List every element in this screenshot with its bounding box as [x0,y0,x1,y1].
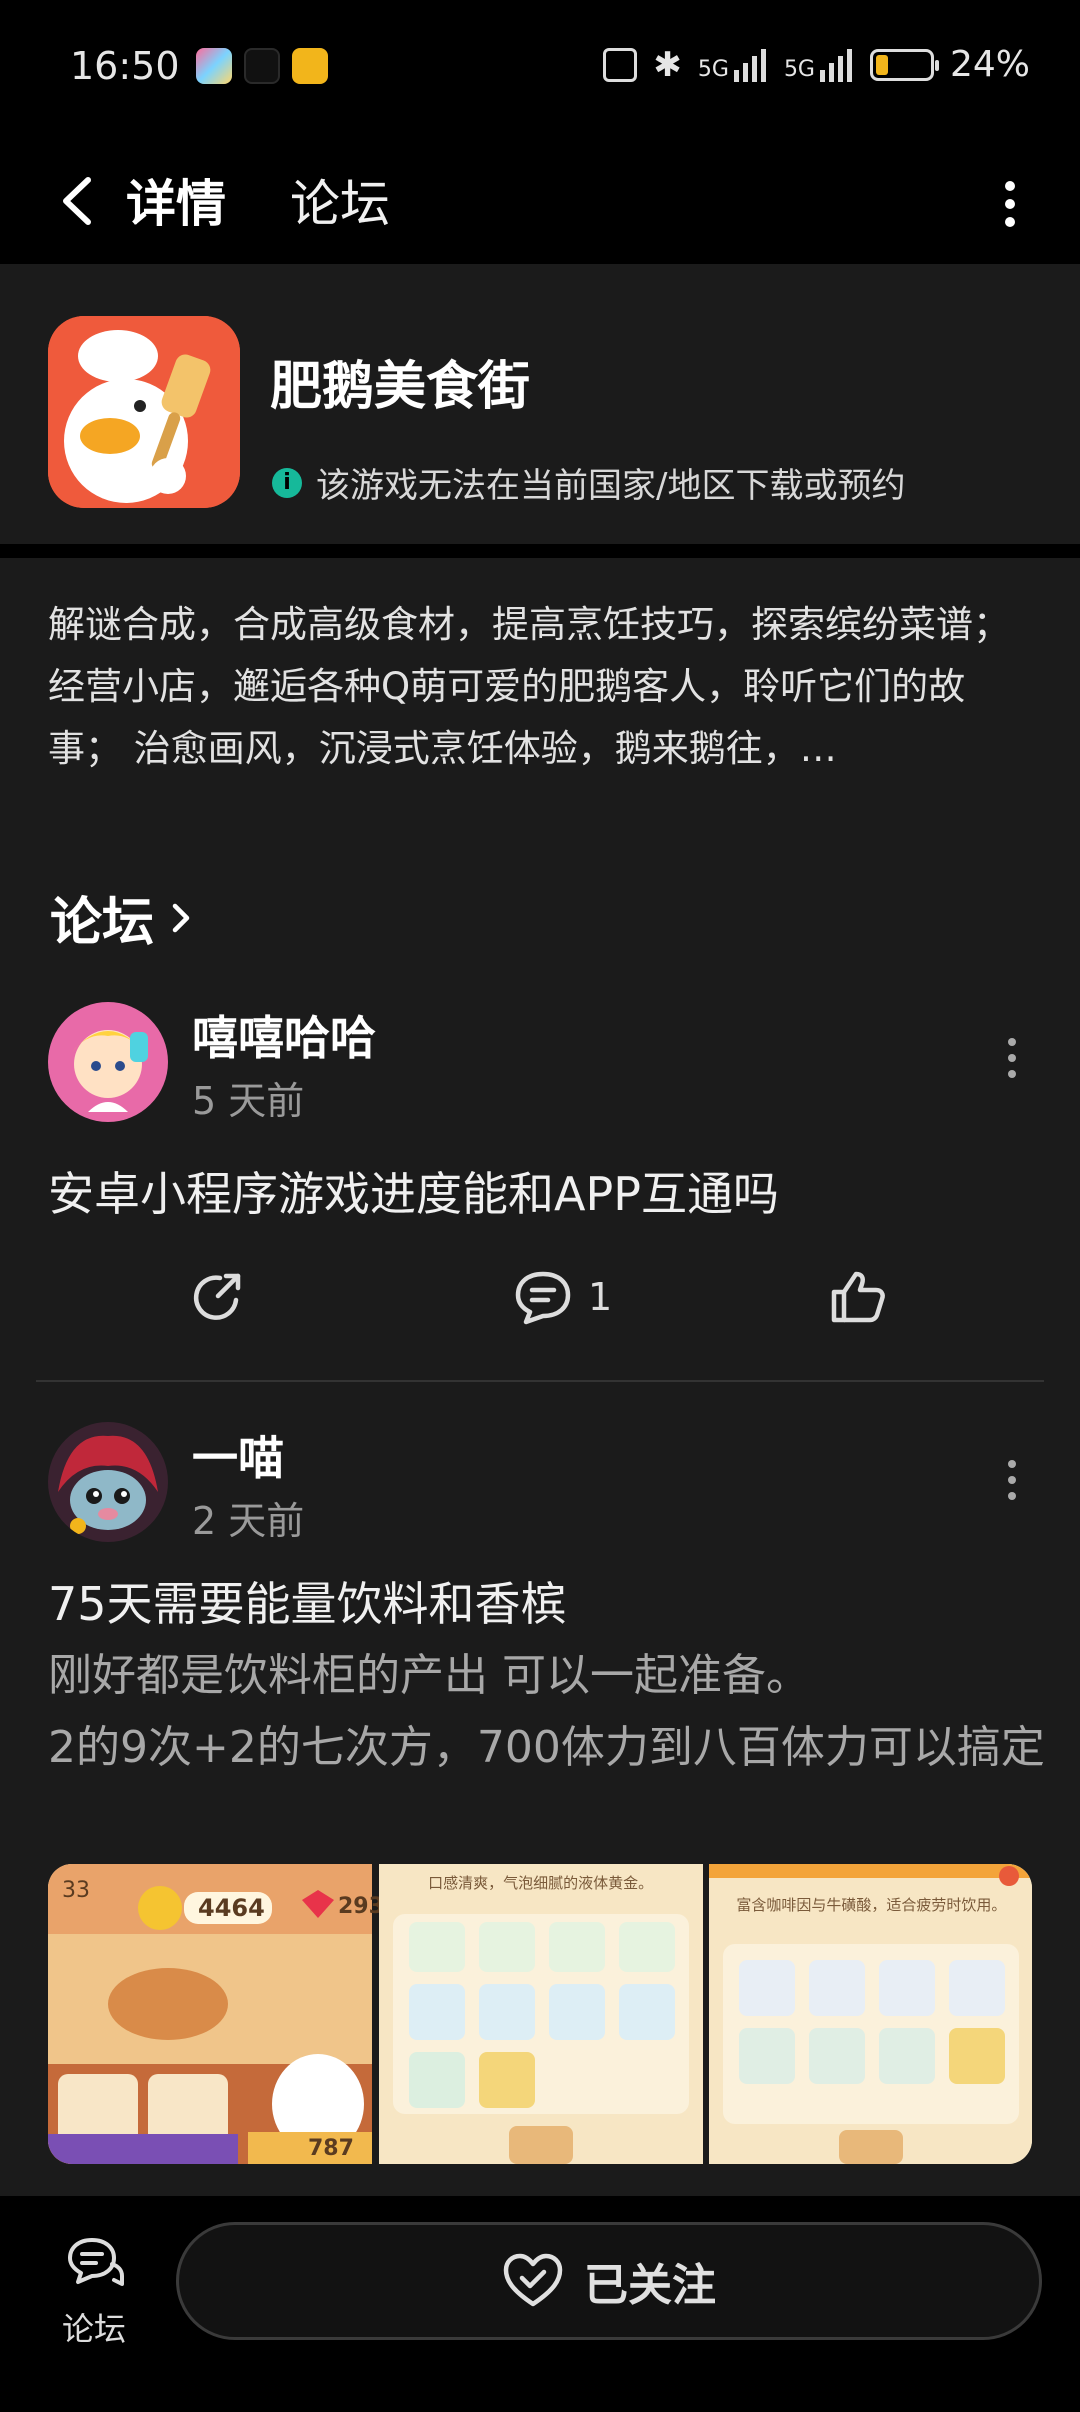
back-arrow-icon[interactable] [50,166,110,236]
post-title[interactable]: 安卓小程序游戏进度能和APP互通吗 [48,1158,779,1224]
post-time: 5 天前 [192,1079,305,1123]
content-area: 解谜合成，合成高级食材，提高烹饪技巧，探索缤纷菜谱； 经营小店，邂逅各种Q萌可爱… [0,558,1080,2214]
comment-button[interactable]: 1 [512,1268,612,1326]
forum-post[interactable]: 一喵 2 天前 75天需要能量饮料和香槟 刚好都是饮料柜的产出 可以一起准备。 … [0,1418,1080,2218]
post-more-icon[interactable] [1002,1450,1022,1510]
section-divider [0,544,1080,558]
forum-icon [68,2238,124,2286]
follow-button[interactable]: 已关注 [176,2222,1042,2340]
availability-text: 该游戏无法在当前国家/地区下载或预约 [316,466,906,506]
post-author[interactable]: 一喵 [192,1422,284,1488]
status-time: 16:50 [70,44,180,88]
follow-label: 已关注 [584,2260,716,2311]
post-actions: 1 [0,1268,1080,1348]
status-right: ✱ 5G 5G 24% [603,44,1030,85]
bottom-bar: 论坛 已关注 [0,2196,1080,2412]
like-button[interactable] [828,1268,888,1326]
post-more-icon[interactable] [1002,1028,1022,1088]
comment-icon [515,1271,571,1325]
thumb-gems: 293 [338,1894,384,1919]
post-image[interactable]: 33 4464 293 787 [48,1864,384,2164]
game-description[interactable]: 解谜合成，合成高级食材，提高烹饪技巧，探索缤纷菜谱； 经营小店，邂逅各种Q萌可爱… [48,594,1038,780]
signal-icon-1: 5G [698,48,768,82]
more-options-icon[interactable] [990,174,1030,234]
thumbs-up-icon [831,1271,885,1323]
thumb-coins: 4464 [198,1894,265,1922]
thumb-bottom-stat: 787 [308,2136,354,2161]
info-icon: i [272,467,302,498]
photos-app-icon [196,48,232,84]
post-author[interactable]: 嘻嘻哈哈 [192,1002,376,1068]
thumb-stat: 33 [62,1878,90,1903]
post-title[interactable]: 75天需要能量饮料和香槟 [48,1568,567,1634]
post-body-line: 2的9次+2的七次方，700体力到八百体力可以搞定 [48,1722,1045,1773]
post-body[interactable]: 刚好都是饮料柜的产出 可以一起准备。 2的9次+2的七次方，700体力到八百体力… [48,1640,1048,1784]
avatar[interactable] [48,1422,168,1542]
top-nav: 详情 论坛 [0,140,1080,264]
tab-details[interactable]: 详情 [124,164,236,236]
forum-header-label: 论坛 [50,893,155,953]
game-header: 肥鹅美食街 i 该游戏无法在当前国家/地区下载或预约 [0,264,1080,544]
post-divider [36,1380,1044,1382]
signal-icon-2: 5G [784,48,854,82]
nfc-icon [603,47,638,82]
share-icon [193,1273,241,1320]
status-bar: 16:50 ✱ 5G 5G 24% [0,0,1080,140]
bottom-forum-label: 论坛 [61,2310,126,2348]
battery-percent: 24% [949,44,1030,85]
tiktok-app-icon [244,48,280,84]
post-image[interactable]: 口感清爽，气泡细腻的液体黄金。 [378,1864,703,2164]
comment-count: 1 [588,1275,613,1319]
forum-post[interactable]: 嘻嘻哈哈 5 天前 安卓小程序游戏进度能和APP互通吗 1 [0,998,1080,1438]
chevron-right-icon [172,903,190,932]
game-app-icon [292,48,328,84]
game-icon [48,316,240,508]
game-title: 肥鹅美食街 [270,357,531,417]
post-time: 2 天前 [192,1499,305,1543]
notification-icons [196,48,328,84]
heart-check-icon [503,2253,563,2307]
post-image-gallery[interactable]: 33 4464 293 787 口感清爽，气泡细腻的液体黄金。 富含咖啡因与牛磺… [48,1864,1032,2164]
thumb-caption: 口感清爽，气泡细腻的液体黄金。 [428,1874,654,1892]
bluetooth-icon: ✱ [653,44,682,85]
availability-notice: i 该游戏无法在当前国家/地区下载或预约 [272,458,905,507]
avatar[interactable] [48,1002,168,1122]
tab-forum[interactable]: 论坛 [290,164,390,236]
bottom-forum-tab[interactable]: 论坛 [54,2234,134,2350]
thumb-caption: 富含咖啡因与牛磺酸，适合疲劳时饮用。 [736,1896,1007,1914]
forum-section-header[interactable]: 论坛 [50,880,196,955]
post-body-line: 刚好都是饮料柜的产出 可以一起准备。 [48,1650,810,1701]
share-button[interactable] [190,1268,248,1326]
post-image[interactable]: 富含咖啡因与牛磺酸，适合疲劳时饮用。 [709,1864,1032,2164]
battery-icon [869,48,939,81]
